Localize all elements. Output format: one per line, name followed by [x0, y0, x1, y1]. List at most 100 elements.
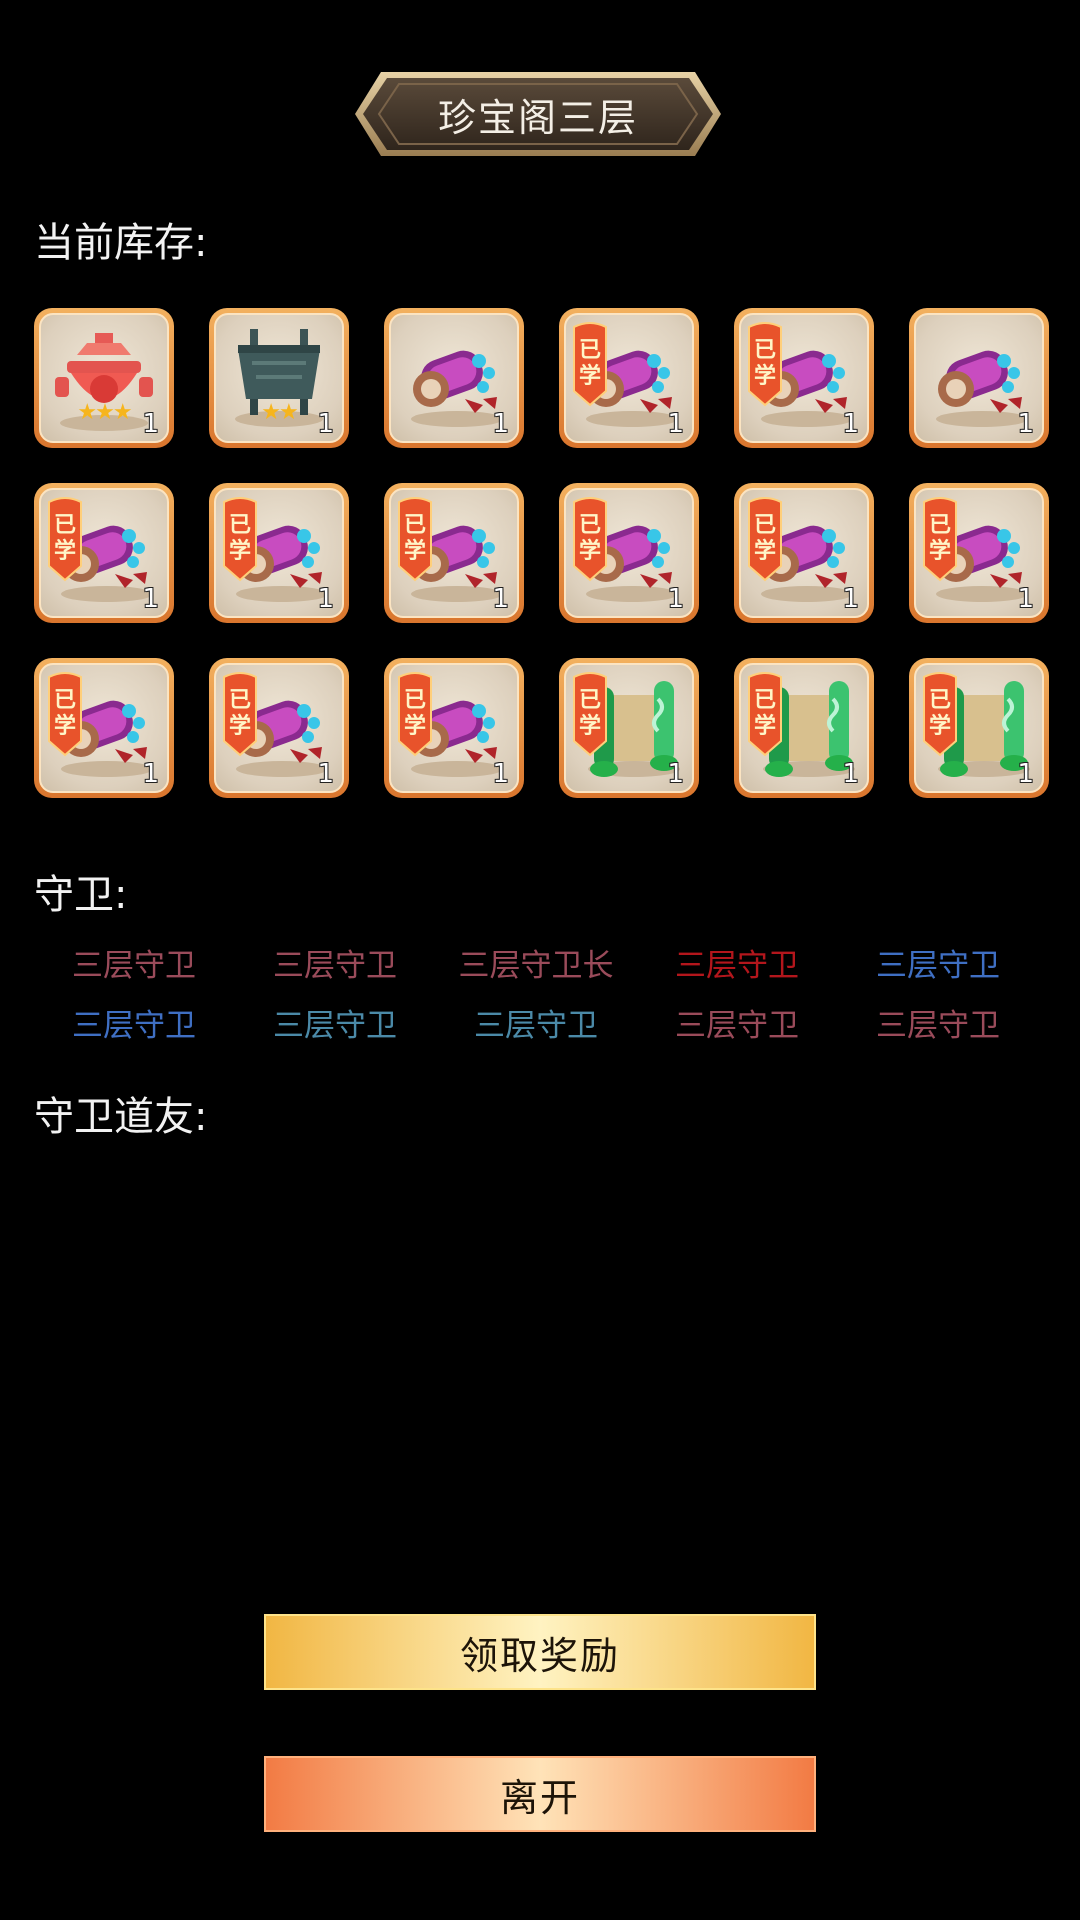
item-quantity: 1 — [842, 584, 859, 614]
guards-label: 守卫: — [34, 872, 128, 918]
inventory-slot[interactable]: 已学 1 — [734, 658, 874, 798]
item-quantity: 1 — [317, 759, 334, 789]
item-quantity: 1 — [317, 584, 334, 614]
item-quantity: 1 — [1017, 584, 1034, 614]
item-quantity: 1 — [842, 759, 859, 789]
learned-badge-char: 已 — [578, 688, 601, 713]
learned-badge: 已学 — [922, 671, 958, 757]
inventory-slot[interactable]: 已学 1 — [384, 658, 524, 798]
learned-badge-char: 已 — [403, 688, 426, 713]
scroll-purple-item: 已学 1 — [39, 488, 169, 618]
guard-name[interactable]: 三层守卫 — [436, 1000, 636, 1045]
scroll-green-item: 已学 1 — [914, 663, 1044, 793]
item-quantity: 1 — [1017, 759, 1034, 789]
learned-badge-char: 学 — [403, 539, 426, 564]
learned-badge-char: 学 — [578, 714, 601, 739]
inventory-slot[interactable]: 已学 1 — [734, 483, 874, 623]
item-quantity: 1 — [317, 409, 334, 439]
inventory-slot[interactable]: 1 — [384, 308, 524, 448]
claim-reward-label: 领取奖励 — [459, 1633, 620, 1678]
scroll-purple-item: 已学 1 — [214, 488, 344, 618]
item-quantity: 1 — [667, 759, 684, 789]
learned-badge-char: 已 — [753, 513, 776, 538]
scroll-green-item: 已学 1 — [739, 663, 869, 793]
learned-badge-char: 学 — [228, 714, 251, 739]
guard-name[interactable]: 三层守卫 — [34, 940, 234, 985]
learned-badge-char: 已 — [53, 688, 76, 713]
inventory-slot[interactable]: 已学 1 — [909, 483, 1049, 623]
item-quantity: 1 — [667, 409, 684, 439]
leave-button[interactable]: 离开 — [264, 1756, 816, 1832]
learned-badge: 已学 — [572, 321, 608, 407]
furnace-red-item: ★★★ 1 — [39, 313, 169, 443]
learned-badge: 已学 — [222, 671, 258, 757]
scroll-purple-item: 已学 1 — [389, 488, 519, 618]
learned-badge-char: 已 — [578, 338, 601, 363]
learned-badge-char: 学 — [578, 539, 601, 564]
guard-name[interactable]: 三层守卫长 — [436, 940, 636, 985]
item-quantity: 1 — [142, 759, 159, 789]
learned-badge: 已学 — [572, 496, 608, 582]
learned-badge-char: 学 — [53, 714, 76, 739]
learned-badge-char: 已 — [928, 513, 951, 538]
learned-badge-char: 已 — [228, 688, 251, 713]
scroll-purple-item: 已学 1 — [389, 663, 519, 793]
inventory-slot[interactable]: 已学 1 — [209, 658, 349, 798]
item-quantity: 1 — [142, 409, 159, 439]
item-quantity: 1 — [492, 409, 509, 439]
inventory-slot[interactable]: 已学 1 — [734, 308, 874, 448]
learned-badge-char: 学 — [53, 539, 76, 564]
learned-badge-char: 已 — [753, 688, 776, 713]
learned-badge-char: 学 — [753, 364, 776, 389]
inventory-slot[interactable]: 已学 1 — [34, 658, 174, 798]
learned-badge-char: 学 — [928, 714, 951, 739]
learned-badge: 已学 — [747, 671, 783, 757]
learned-badge-char: 已 — [53, 513, 76, 538]
title-plaque: 珍宝阁三层 — [353, 70, 723, 158]
claim-reward-button[interactable]: 领取奖励 — [264, 1614, 816, 1690]
inventory-slot[interactable]: 已学 1 — [559, 658, 699, 798]
inventory-slot[interactable]: 已学 1 — [34, 483, 174, 623]
inventory-slot[interactable]: 1 — [909, 308, 1049, 448]
learned-badge: 已学 — [47, 496, 83, 582]
scroll-green-item: 已学 1 — [564, 663, 694, 793]
scroll-purple-item: 1 — [389, 313, 519, 443]
learned-badge-char: 学 — [228, 539, 251, 564]
page-title: 珍宝阁三层 — [437, 95, 638, 140]
inventory-slot[interactable]: 已学 1 — [909, 658, 1049, 798]
learned-badge: 已学 — [47, 671, 83, 757]
scroll-purple-item: 1 — [914, 313, 1044, 443]
learned-badge: 已学 — [222, 496, 258, 582]
learned-badge-char: 已 — [228, 513, 251, 538]
item-quantity: 1 — [492, 759, 509, 789]
learned-badge: 已学 — [572, 671, 608, 757]
learned-badge: 已学 — [397, 496, 433, 582]
inventory-slot[interactable]: 已学 1 — [384, 483, 524, 623]
learned-badge-char: 已 — [578, 513, 601, 538]
guard-name[interactable]: 三层守卫 — [34, 1000, 234, 1045]
guard-name[interactable]: 三层守卫 — [838, 940, 1038, 985]
scroll-purple-item: 已学 1 — [564, 313, 694, 443]
scroll-purple-item: 已学 1 — [39, 663, 169, 793]
inventory-slot[interactable]: 已学 1 — [209, 483, 349, 623]
guard-name[interactable]: 三层守卫 — [235, 1000, 435, 1045]
leave-label: 离开 — [499, 1775, 580, 1820]
inventory-slot[interactable]: 已学 1 — [559, 483, 699, 623]
item-quantity: 1 — [842, 409, 859, 439]
learned-badge: 已学 — [747, 496, 783, 582]
learned-badge-char: 学 — [578, 364, 601, 389]
inventory-slot[interactable]: 已学 1 — [559, 308, 699, 448]
inventory-slot[interactable]: ★★ 1 — [209, 308, 349, 448]
item-quantity: 1 — [667, 584, 684, 614]
learned-badge-char: 学 — [928, 539, 951, 564]
inventory-label: 当前库存: — [34, 220, 208, 266]
learned-badge-char: 学 — [753, 539, 776, 564]
guard-name[interactable]: 三层守卫 — [637, 1000, 837, 1045]
inventory-slot[interactable]: ★★★ 1 — [34, 308, 174, 448]
guard-name[interactable]: 三层守卫 — [838, 1000, 1038, 1045]
item-quantity: 1 — [1017, 409, 1034, 439]
guard-name[interactable]: 三层守卫 — [235, 940, 435, 985]
guard-name[interactable]: 三层守卫 — [637, 940, 837, 985]
allies-label: 守卫道友: — [34, 1094, 208, 1140]
learned-badge-char: 已 — [928, 688, 951, 713]
